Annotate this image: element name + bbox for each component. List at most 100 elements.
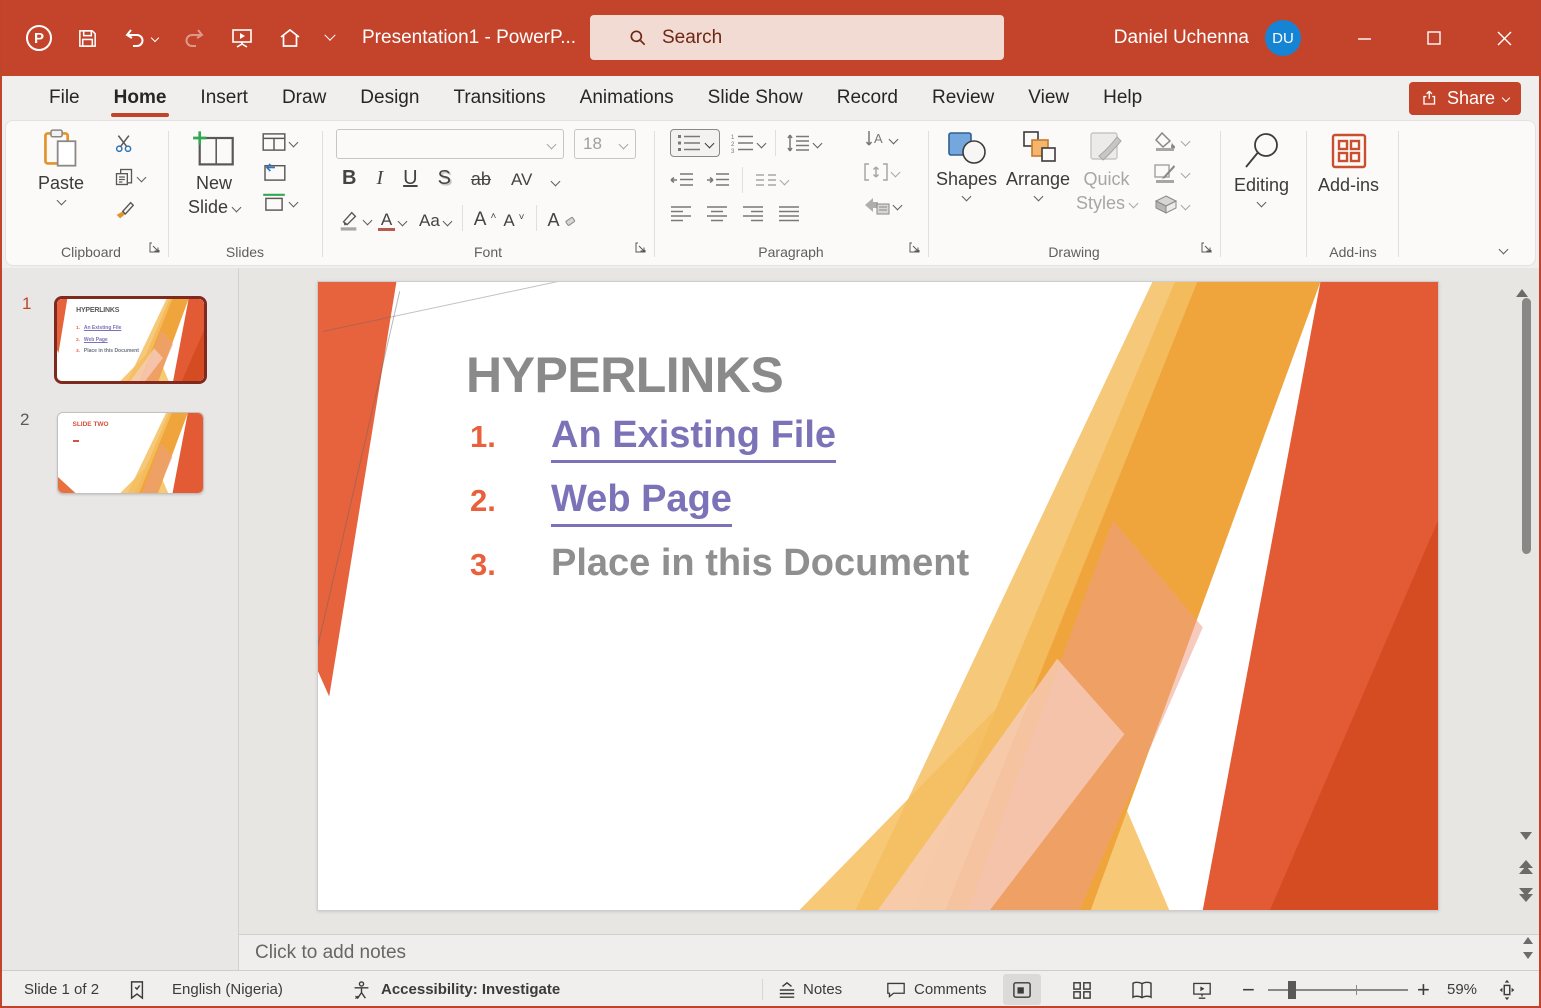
tab-help[interactable]: Help [1086,76,1159,120]
user-name[interactable]: Daniel Uchenna [1114,27,1249,49]
maximize-button[interactable] [1399,0,1469,76]
increase-indent-button[interactable] [706,171,730,189]
reset-slide-button[interactable] [262,163,297,181]
spell-check-button[interactable] [128,971,146,1008]
clipboard-dialog-launcher[interactable] [149,240,160,258]
new-slide-button[interactable]: New Slide [188,129,240,217]
quick-styles-button[interactable]: Quick Styles [1076,131,1137,213]
notes-toggle-button[interactable]: Notes [777,971,842,1008]
customize-toolbar-chevron-icon[interactable] [324,30,335,41]
section-button[interactable] [262,193,297,211]
copy-button[interactable] [114,167,145,187]
notes-scroll-up-arrow[interactable] [1523,937,1533,944]
editing-button[interactable]: Editing [1234,131,1289,206]
minimize-button[interactable] [1329,0,1399,76]
slide-sorter-view-button[interactable] [1063,974,1101,1005]
start-slideshow-button[interactable] [230,26,254,50]
decrease-indent-button[interactable] [670,171,694,189]
justify-button[interactable] [778,205,800,223]
scroll-down-arrow[interactable] [1520,832,1532,840]
close-button[interactable] [1469,0,1539,76]
undo-button[interactable] [123,26,158,50]
fit-slide-to-window-button[interactable] [1496,971,1518,1008]
underline-button[interactable]: U [403,167,417,190]
arrange-button[interactable]: Arrange [1006,131,1070,200]
italic-button[interactable]: I [376,167,383,190]
drawing-dialog-launcher[interactable] [1201,240,1212,258]
tab-review[interactable]: Review [915,76,1011,120]
home-button[interactable] [278,26,302,50]
character-spacing-button[interactable]: AV [511,170,532,190]
shape-fill-button[interactable] [1154,131,1189,151]
cut-button[interactable] [114,133,145,154]
shapes-button[interactable]: Shapes [936,131,997,200]
columns-button[interactable] [755,172,788,188]
tab-insert[interactable]: Insert [183,76,265,120]
shape-outline-button[interactable] [1154,163,1189,183]
undo-dropdown-chevron-icon[interactable] [151,34,159,42]
font-color-button[interactable]: A [378,212,406,232]
increase-font-size-button[interactable]: A˄ [474,209,497,231]
bullets-button[interactable] [670,129,720,157]
tab-file[interactable]: File [32,76,97,120]
strikethrough-button[interactable]: ab [471,169,491,190]
bold-button[interactable]: B [342,167,356,190]
align-left-button[interactable] [670,205,692,223]
format-painter-button[interactable] [114,200,145,221]
notes-scroll-down-arrow[interactable] [1523,952,1533,959]
tab-transitions[interactable]: Transitions [436,76,562,120]
zoom-in-button[interactable]: + [1417,971,1430,1008]
zoom-slider[interactable] [1268,989,1408,991]
scrollbar-thumb[interactable] [1522,298,1531,554]
align-text-button[interactable] [864,162,901,182]
next-slide-button[interactable] [1516,888,1536,902]
shape-effects-button[interactable] [1154,195,1189,215]
current-slide[interactable]: HYPERLINKS 1. An Existing File 2. Web Pa… [317,281,1439,911]
accessibility-button[interactable]: Accessibility: Investigate [352,971,560,1008]
align-right-button[interactable] [742,205,764,223]
font-name-combobox[interactable] [336,129,564,159]
avatar[interactable]: DU [1265,20,1301,56]
reading-view-button[interactable] [1123,974,1161,1005]
hyperlink-an-existing-file[interactable]: An Existing File [551,414,836,463]
tab-animations[interactable]: Animations [563,76,691,120]
tab-draw[interactable]: Draw [265,76,343,120]
numbering-button[interactable]: 123 [730,133,765,153]
zoom-out-button[interactable]: − [1242,971,1255,1008]
text-shadow-button[interactable]: S [438,167,451,190]
align-center-button[interactable] [706,205,728,223]
font-dialog-launcher[interactable] [635,240,646,258]
slide-show-view-button[interactable] [1183,974,1221,1005]
font-size-combobox[interactable]: 18 [574,129,636,159]
collapse-ribbon-chevron-icon[interactable] [1499,245,1509,255]
save-button[interactable] [76,27,99,50]
powerpoint-logo-icon[interactable]: P [26,25,52,51]
tab-slide-show[interactable]: Slide Show [691,76,820,120]
text-direction-button[interactable]: A [864,129,901,149]
paragraph-dialog-launcher[interactable] [909,240,920,258]
zoom-percentage[interactable]: 59% [1447,971,1477,1008]
change-case-button[interactable]: Aa [419,211,451,231]
hyperlink-web-page[interactable]: Web Page [551,478,732,527]
paste-button[interactable]: Paste [38,129,84,204]
tab-home[interactable]: Home [97,76,184,120]
language-button[interactable]: English (Nigeria) [172,971,283,1008]
tab-record[interactable]: Record [820,76,915,120]
normal-view-button[interactable] [1003,974,1041,1005]
slide-layout-button[interactable] [262,133,297,151]
slide-title[interactable]: HYPERLINKS [466,346,783,404]
tab-view[interactable]: View [1011,76,1086,120]
slide-1-thumbnail[interactable]: HYPERLINKS 1.An Existing File 2.Web Page… [54,296,207,384]
scroll-up-arrow[interactable] [1516,272,1528,297]
clear-formatting-button[interactable]: A [548,210,576,231]
decrease-font-size-button[interactable]: A˅ [503,211,524,231]
line-spacing-button[interactable] [786,133,821,153]
redo-button[interactable] [182,26,206,50]
previous-slide-button[interactable] [1516,860,1536,874]
zoom-slider-thumb[interactable] [1288,981,1296,999]
comments-button[interactable]: Comments [886,971,987,1008]
slide-2-thumbnail[interactable]: SLIDE TWO [57,412,204,494]
list-item-place-in-document[interactable]: Place in this Document [551,542,969,585]
share-button[interactable]: Share [1409,82,1521,115]
tab-design[interactable]: Design [343,76,436,120]
